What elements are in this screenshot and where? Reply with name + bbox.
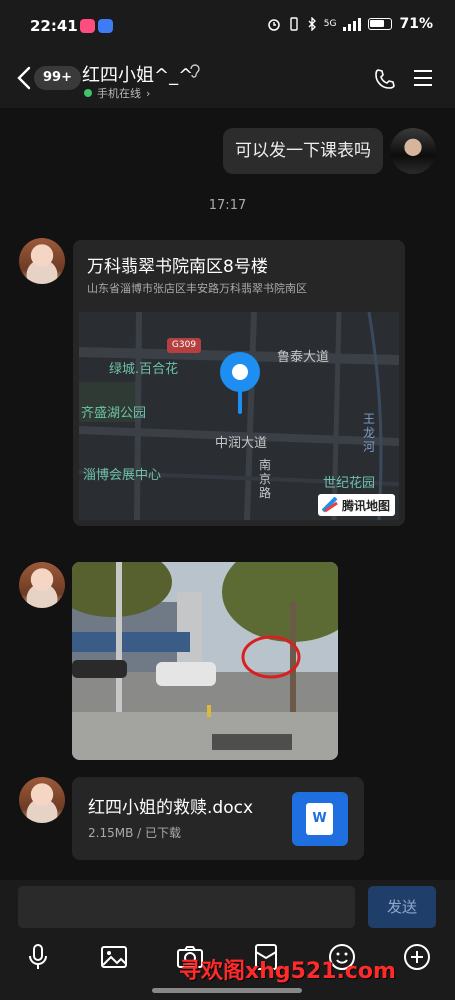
mic-icon[interactable]: [23, 942, 53, 972]
online-dot: [84, 89, 92, 97]
street-photo: [72, 562, 338, 760]
battery-percent: 71%: [399, 16, 433, 32]
contact-avatar[interactable]: [19, 562, 65, 608]
online-status[interactable]: 手机在线 ›: [84, 85, 150, 101]
contact-avatar[interactable]: [19, 238, 65, 284]
notification-app-icon: [98, 19, 113, 33]
phone-icon[interactable]: [373, 67, 397, 91]
status-bar: 22:41 5G 71%: [0, 0, 455, 52]
map-label-zibo-expo: 淄博会展中心: [83, 468, 162, 483]
word-file-icon: W: [292, 792, 348, 846]
message-timestamp: 17:17: [208, 198, 247, 213]
menu-icon[interactable]: [413, 69, 433, 87]
contact-avatar[interactable]: [19, 777, 65, 823]
status-time: 22:41: [30, 17, 78, 35]
map-label-lvcheng: 绿城.百合花: [109, 362, 179, 377]
chat-header: 99+ 红四小姐^_^ 手机在线 ›: [0, 52, 455, 108]
location-card[interactable]: 万科翡翠书院南区8号楼 山东省淄博市张店区丰安路万科翡翠书院南区 G309 绿城…: [73, 240, 405, 526]
location-address: 山东省淄博市张店区丰安路万科翡翠书院南区: [87, 282, 307, 295]
tencent-map-logo: 腾讯地图: [317, 494, 395, 516]
tencent-map-icon: [321, 497, 338, 513]
my-avatar[interactable]: [390, 128, 436, 174]
file-meta: 2.15MB / 已下载: [88, 826, 181, 840]
plus-icon[interactable]: [402, 942, 432, 972]
road-code-tag: G309: [167, 338, 201, 353]
notification-app-icon: [80, 19, 95, 33]
map-label-century-garden: 世纪花园: [323, 476, 376, 491]
battery-icon: [368, 18, 393, 30]
message-input[interactable]: [18, 886, 355, 928]
map-label-zhongrun: 中润大道: [215, 436, 268, 451]
watermark: 寻欢阁xhg521.com: [179, 959, 396, 984]
contact-name[interactable]: 红四小姐^_^: [82, 61, 193, 87]
location-pin-icon: [220, 352, 260, 414]
input-area: 发送 寻欢阁xhg521.com: [0, 880, 455, 1000]
outgoing-message[interactable]: 可以发一下课表吗: [223, 128, 383, 174]
chevron-right-icon: ›: [146, 86, 151, 100]
status-icons: 5G 71%: [267, 16, 433, 32]
file-message[interactable]: 红四小姐的救赎.docx 2.15MB / 已下载 W: [72, 777, 364, 860]
vibrate-icon: [290, 17, 298, 31]
ear-icon[interactable]: [188, 63, 202, 79]
network-type-label: 5G: [323, 19, 337, 29]
back-icon[interactable]: [14, 64, 34, 92]
location-map[interactable]: G309 绿城.百合花 鲁泰大道 齐盛湖公园 中润大道 王龙河 淄博会展中心 南…: [79, 312, 399, 520]
map-label-wanglong: 王龙河: [363, 412, 376, 454]
signal-icon: [343, 17, 362, 31]
map-label-nanjing-road: 南京路: [259, 458, 272, 500]
map-label-lutai: 鲁泰大道: [277, 350, 330, 365]
home-indicator[interactable]: [152, 988, 302, 993]
unread-badge[interactable]: 99+: [34, 66, 81, 90]
image-message[interactable]: [72, 562, 338, 760]
file-name: 红四小姐的救赎.docx: [88, 798, 254, 818]
image-icon[interactable]: [99, 942, 129, 972]
chat-area[interactable]: 可以发一下课表吗 17:17 万科翡翠书院南区8号楼 山东省淄博市张店区丰安路万…: [0, 108, 455, 880]
location-title: 万科翡翠书院南区8号楼: [87, 257, 268, 277]
alarm-icon: [268, 19, 280, 31]
map-label-qisheng: 齐盛湖公园: [81, 406, 147, 421]
online-status-text: 手机在线: [97, 87, 141, 100]
bluetooth-icon: [308, 17, 316, 31]
send-button[interactable]: 发送: [368, 886, 436, 928]
word-letter: W: [306, 803, 333, 835]
map-provider-label: 腾讯地图: [341, 498, 390, 513]
